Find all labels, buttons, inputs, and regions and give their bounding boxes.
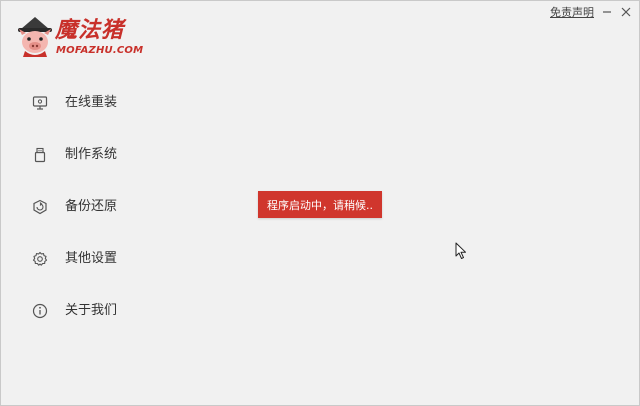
sidebar-item-about-us[interactable]: 关于我们 xyxy=(31,298,141,324)
app-logo: 魔法猪 MOFAZHU.COM xyxy=(13,15,148,61)
logo-english-name: MOFAZHU.COM xyxy=(56,45,144,56)
usb-drive-icon xyxy=(31,146,49,164)
sidebar-item-backup-restore[interactable]: 备份还原 xyxy=(31,194,141,220)
sidebar-item-make-system[interactable]: 制作系统 xyxy=(31,142,141,168)
close-button[interactable] xyxy=(618,4,634,20)
sidebar-item-label: 备份还原 xyxy=(65,199,118,214)
toast-message: 程序启动中，请稍候.. xyxy=(267,198,373,212)
mouse-cursor-icon xyxy=(455,242,466,259)
sidebar-item-label: 制作系统 xyxy=(65,147,118,162)
close-icon xyxy=(621,7,631,17)
sidebar-item-label: 其他设置 xyxy=(65,251,118,266)
backup-restore-icon xyxy=(31,198,49,216)
sidebar-item-label: 关于我们 xyxy=(65,303,118,318)
minimize-icon xyxy=(603,11,611,13)
disclaimer-link[interactable]: 免责声明 xyxy=(550,6,594,20)
sidebar-item-online-reinstall[interactable]: 在线重装 xyxy=(31,90,141,116)
logo-chinese-name: 魔法猪 xyxy=(55,18,125,43)
info-icon xyxy=(31,302,49,320)
monitor-icon xyxy=(31,94,49,112)
pig-mascot-icon xyxy=(18,17,52,57)
sidebar-item-other-settings[interactable]: 其他设置 xyxy=(31,246,141,272)
gear-icon xyxy=(31,250,49,268)
app-window: 魔法猪 MOFAZHU.COM 免责声明 在线重装 制作系统 备份还原 其他设置… xyxy=(0,0,640,406)
startup-toast: 程序启动中，请稍候.. xyxy=(258,191,382,218)
minimize-button[interactable] xyxy=(599,4,615,20)
sidebar-item-label: 在线重装 xyxy=(65,95,118,110)
